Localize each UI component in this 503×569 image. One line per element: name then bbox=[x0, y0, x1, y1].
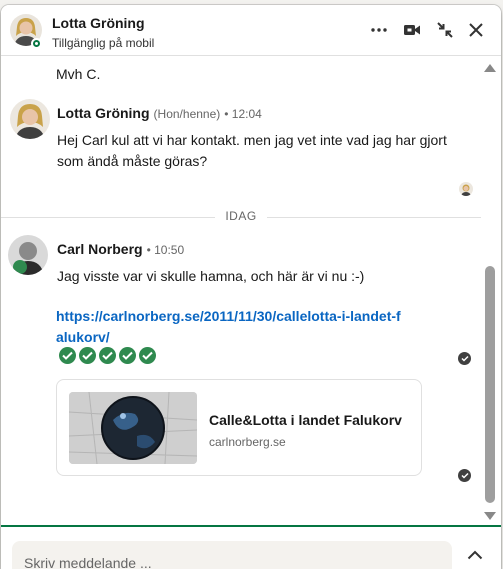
check-reaction-icon[interactable] bbox=[139, 347, 156, 364]
check-reaction-icon[interactable] bbox=[99, 347, 116, 364]
message-composer: Skriv meddelande ... bbox=[1, 525, 501, 569]
presence-indicator bbox=[31, 38, 42, 49]
date-divider-label: IDAG bbox=[215, 209, 267, 223]
seen-check-icon bbox=[458, 469, 471, 482]
minimize-button[interactable] bbox=[434, 19, 456, 41]
link-preview-card[interactable]: Calle&Lotta i landet Falukorv carlnorber… bbox=[56, 379, 422, 476]
link-preview-domain: carlnorberg.se bbox=[209, 435, 286, 449]
link-preview-image bbox=[69, 392, 197, 464]
more-options-button[interactable] bbox=[368, 19, 390, 41]
message-time: • 12:04 bbox=[224, 107, 262, 121]
header-contact-name[interactable]: Lotta Gröning bbox=[52, 15, 145, 31]
avatar[interactable] bbox=[10, 99, 50, 139]
message-time: • 10:50 bbox=[146, 243, 185, 257]
more-horizontal-icon bbox=[371, 28, 387, 32]
avatar[interactable] bbox=[8, 235, 48, 275]
message-list[interactable]: Mvh C. Lotta Gröning (Hon/henne) • 12:04 H… bbox=[1, 56, 501, 527]
check-reaction-icon[interactable] bbox=[59, 347, 76, 364]
link-preview-title[interactable]: Calle&Lotta i landet Falukorv bbox=[209, 412, 402, 428]
chat-header[interactable]: Lotta Gröning Tillgänglig på mobil bbox=[1, 5, 501, 56]
message-text: Jag visste var vi skulle hamna, och här … bbox=[57, 268, 365, 284]
check-reaction-icon[interactable] bbox=[119, 347, 136, 364]
sender-name[interactable]: Carl Norberg • 10:50 bbox=[57, 241, 184, 257]
scroll-down-arrow-icon[interactable] bbox=[484, 512, 496, 520]
close-icon bbox=[469, 23, 483, 37]
chevron-up-icon bbox=[467, 550, 483, 560]
check-reaction-icon[interactable] bbox=[79, 347, 96, 364]
message-text: Hej Carl kul att vi har kontakt. men jag… bbox=[57, 132, 447, 169]
video-call-button[interactable] bbox=[401, 19, 423, 41]
message-text: Mvh C. bbox=[56, 66, 101, 82]
chat-window: Lotta Gröning Tillgänglig på mobil Mvh C… bbox=[1, 5, 501, 569]
scrollbar[interactable] bbox=[482, 56, 498, 527]
scroll-up-arrow-icon[interactable] bbox=[484, 64, 496, 72]
scrollbar-thumb[interactable] bbox=[485, 266, 495, 503]
video-call-icon bbox=[404, 25, 420, 35]
minimize-arrows-icon bbox=[437, 22, 453, 38]
reactions-row[interactable] bbox=[59, 347, 156, 364]
message-input-placeholder: Skriv meddelande ... bbox=[24, 555, 152, 569]
close-button[interactable] bbox=[465, 19, 487, 41]
seen-check-icon bbox=[458, 352, 471, 365]
expand-composer-button[interactable] bbox=[464, 547, 486, 563]
message-link[interactable]: https://carlnorberg.se/2011/11/30/callel… bbox=[56, 306, 406, 348]
read-receipt-avatar bbox=[459, 182, 473, 196]
header-status: Tillgänglig på mobil bbox=[52, 36, 155, 50]
sender-name[interactable]: Lotta Gröning (Hon/henne) • 12:04 bbox=[57, 105, 262, 121]
sender-pronouns: (Hon/henne) bbox=[153, 107, 221, 121]
message-input[interactable]: Skriv meddelande ... bbox=[12, 541, 452, 569]
